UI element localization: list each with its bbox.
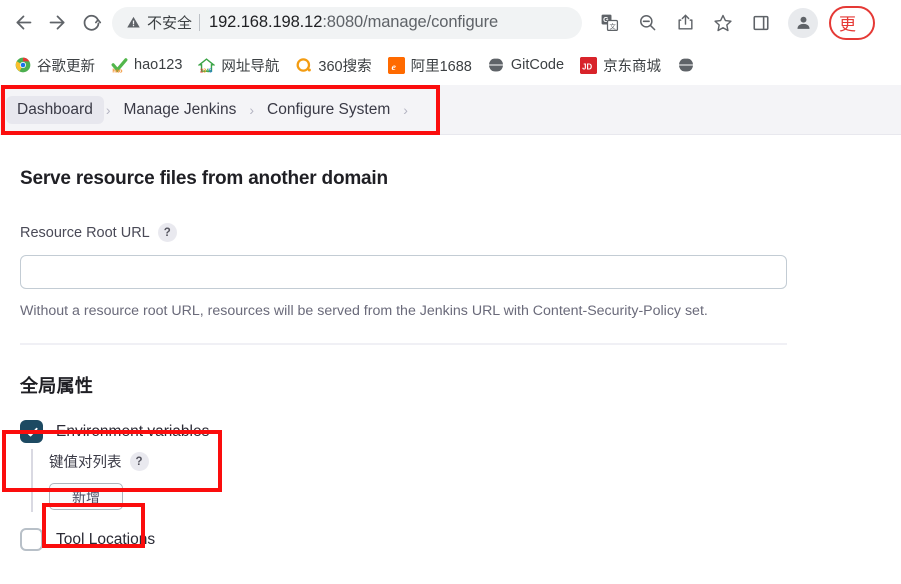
browser-toolbar: 不安全 192.168.198.12:8080/manage/configure…	[0, 0, 901, 45]
bookmark-label: 谷歌更新	[37, 58, 95, 75]
extension-pill-label: 更	[839, 15, 856, 34]
security-status-label: 不安全	[147, 15, 193, 32]
url-path: :8080/manage/configure	[322, 13, 499, 31]
environment-variables-subsection: 键值对列表 ? 新增	[31, 449, 881, 512]
omnibox-divider	[199, 14, 201, 31]
breadcrumb-separator-icon: ›	[105, 101, 111, 118]
avatar[interactable]	[788, 7, 818, 38]
section-title-global-properties: 全局属性	[20, 376, 94, 396]
reload-icon[interactable]	[74, 6, 108, 40]
browser-chrome: 不安全 192.168.198.12:8080/manage/configure…	[0, 0, 901, 85]
resource-root-url-label: Resource Root URL	[20, 224, 150, 241]
add-button[interactable]: 新增	[49, 483, 123, 510]
bookmark-label: 阿里1688	[410, 58, 472, 75]
extension-pill-button[interactable]: 更	[829, 5, 875, 40]
translate-icon[interactable]: G 文	[593, 7, 625, 39]
tool-locations-label: Tool Locations	[56, 530, 156, 548]
bookmark-item-alibaba-1688[interactable]: e 阿里1688	[382, 51, 478, 79]
bookmark-item-other[interactable]	[671, 51, 706, 79]
zoom-out-icon[interactable]	[631, 7, 663, 39]
key-value-list-label-row: 键值对列表 ?	[49, 449, 881, 472]
360-icon	[295, 57, 312, 74]
section-title-serve-resource-files: Serve resource files from another domain	[20, 168, 388, 189]
help-icon[interactable]: ?	[157, 223, 177, 242]
back-icon[interactable]	[6, 6, 40, 40]
not-secure-warning-icon	[126, 15, 141, 30]
breadcrumb-separator-icon: ›	[249, 101, 255, 118]
bookmark-label: hao123	[134, 57, 183, 73]
breadcrumb-item-dashboard[interactable]: Dashboard	[6, 95, 104, 124]
key-value-list-label: 键值对列表	[49, 455, 122, 471]
bookmark-item-hao123[interactable]: hao hao123	[105, 51, 188, 79]
svg-text:文: 文	[609, 21, 616, 30]
share-icon[interactable]	[669, 7, 701, 39]
environment-variables-checkbox[interactable]	[20, 420, 43, 443]
bookmarks-bar: 谷歌更新 hao hao123 2345 网址导航 360搜索 e 阿里1688	[0, 45, 901, 85]
jd-icon: JD	[580, 56, 598, 74]
section-divider	[20, 343, 787, 345]
environment-variables-label: Environment variables	[56, 422, 210, 440]
resource-root-url-input[interactable]	[20, 255, 787, 289]
bookmark-item-google-update[interactable]: 谷歌更新	[8, 51, 101, 79]
bookmark-label: 网址导航	[221, 58, 280, 75]
bookmark-item-site-nav[interactable]: 2345 网址导航	[192, 51, 285, 79]
svg-text:hao: hao	[112, 68, 123, 73]
resource-root-url-label-row: Resource Root URL ?	[20, 223, 881, 242]
breadcrumb-item-configure-system[interactable]: Configure System	[256, 96, 401, 124]
svg-text:e: e	[391, 61, 396, 72]
bookmark-label: 360搜索	[318, 58, 372, 75]
tool-locations-checkbox[interactable]	[20, 528, 43, 551]
help-icon[interactable]: ?	[129, 452, 149, 471]
2345-icon: 2345	[198, 57, 216, 74]
alibaba-icon: e	[387, 56, 405, 74]
globe-icon	[677, 57, 694, 74]
bookmark-star-icon[interactable]	[707, 7, 739, 39]
svg-text:JD: JD	[582, 62, 592, 71]
url-text: 192.168.198.12:8080/manage/configure	[209, 13, 498, 32]
side-panel-icon[interactable]	[745, 7, 777, 39]
bookmark-item-jd[interactable]: JD 京东商城	[574, 51, 667, 79]
tool-locations-checkbox-row[interactable]: Tool Locations	[20, 528, 881, 551]
environment-variables-checkbox-row[interactable]: Environment variables	[20, 420, 881, 443]
resource-root-url-hint: Without a resource root URL, resources w…	[20, 303, 708, 319]
bookmark-item-360-search[interactable]: 360搜索	[289, 51, 377, 79]
globe-icon	[488, 57, 505, 74]
breadcrumb: Dashboard › Manage Jenkins › Configure S…	[0, 85, 901, 135]
bookmark-label: 京东商城	[603, 58, 662, 75]
svg-text:2345: 2345	[201, 68, 213, 73]
jenkins-page: Dashboard › Manage Jenkins › Configure S…	[0, 85, 901, 551]
bookmark-label: GitCode	[510, 57, 565, 73]
forward-icon[interactable]	[40, 6, 74, 40]
hao123-icon: hao	[111, 57, 128, 74]
breadcrumb-separator-icon: ›	[403, 101, 408, 118]
url-host: 192.168.198.12	[209, 13, 323, 31]
bookmark-item-gitcode[interactable]: GitCode	[482, 51, 570, 79]
toolbar-icon-group: G 文 更	[590, 5, 875, 40]
page-content: Serve resource files from another domain…	[0, 135, 901, 551]
address-bar[interactable]: 不安全 192.168.198.12:8080/manage/configure	[112, 6, 582, 39]
chrome-icon	[14, 57, 31, 74]
breadcrumb-item-manage-jenkins[interactable]: Manage Jenkins	[113, 96, 248, 124]
